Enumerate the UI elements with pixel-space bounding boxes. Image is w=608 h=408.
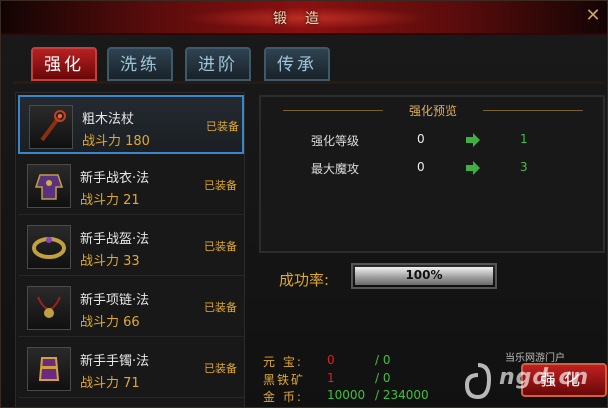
item-power: 战斗力 180 xyxy=(82,134,150,149)
stat-current: 0 xyxy=(417,132,425,146)
stat-current: 0 xyxy=(417,160,425,174)
item-power: 战斗力 66 xyxy=(80,315,140,330)
resource-row: 元 宝: 0 / 0 xyxy=(263,353,463,369)
robe-icon xyxy=(27,164,71,208)
stat-label: 强化等级 xyxy=(311,134,360,148)
bracelet-icon xyxy=(27,347,71,391)
item-power: 战斗力 71 xyxy=(80,376,140,391)
resource-label: 元 宝: xyxy=(263,355,303,369)
stat-label: 最大魔攻 xyxy=(311,162,360,176)
close-icon: ✕ xyxy=(585,5,601,26)
stat-next: 1 xyxy=(520,132,528,146)
resource-row: 金 币: 10000 / 234000 xyxy=(263,388,463,404)
tab-enhance[interactable]: 强化 xyxy=(31,47,97,81)
equipped-badge: 已装备 xyxy=(204,301,237,314)
success-rate-value: 100% xyxy=(405,268,443,282)
list-item[interactable]: 新手战衣·法 战斗力 21 已装备 xyxy=(18,156,244,215)
resource-need: / 0 xyxy=(375,353,391,367)
forge-window: 锻造 ✕ 强化 洗练 进阶 传承 粗木法杖 战斗力 180 已装备 新手战衣·法… xyxy=(0,0,608,408)
list-item[interactable]: 新手战盔·法 战斗力 33 已装备 xyxy=(18,217,244,276)
arrow-right-icon xyxy=(466,133,480,147)
tab-inherit[interactable]: 传承 xyxy=(264,47,330,81)
close-button[interactable]: ✕ xyxy=(581,4,605,28)
tab-refine[interactable]: 洗练 xyxy=(107,47,173,81)
list-item[interactable]: 粗木法杖 战斗力 180 已装备 xyxy=(18,95,244,154)
equipped-badge: 已装备 xyxy=(206,120,239,133)
title-bar[interactable]: 锻造 ✕ xyxy=(1,1,607,35)
success-rate-bar: 100% xyxy=(351,263,497,289)
item-name: 新手战盔·法 xyxy=(80,232,150,247)
resource-panel: 元 宝: 0 / 0 黑铁矿 1 / 0 金 币: 10000 / 234000 xyxy=(263,351,463,407)
divider xyxy=(283,110,383,111)
staff-icon xyxy=(29,105,73,149)
resource-label: 金 币: xyxy=(263,390,303,404)
equipment-list[interactable]: 粗木法杖 战斗力 180 已装备 新手战衣·法 战斗力 21 已装备 新手战盔·… xyxy=(15,92,245,407)
watermark-logo-icon xyxy=(464,363,492,400)
resource-have: 1 xyxy=(327,371,335,385)
resource-need: / 234000 xyxy=(375,388,429,402)
watermark-caption: 当乐网游门户 xyxy=(505,353,565,364)
resource-have: 0 xyxy=(327,353,335,367)
equipped-badge: 已装备 xyxy=(204,240,237,253)
enhance-button[interactable]: 强化 xyxy=(521,363,607,397)
success-rate-label: 成功率: xyxy=(279,271,330,289)
resource-have: 10000 xyxy=(327,388,366,402)
stat-next: 3 xyxy=(520,160,528,174)
resource-label: 黑铁矿 xyxy=(263,373,306,387)
resource-row: 黑铁矿 1 / 0 xyxy=(263,371,463,387)
item-name: 新手战衣·法 xyxy=(80,171,150,186)
equipped-badge: 已装备 xyxy=(204,362,237,375)
item-power: 战斗力 33 xyxy=(80,254,140,269)
list-item[interactable]: 新手手镯·法 战斗力 71 已装备 xyxy=(18,339,244,398)
arrow-right-icon xyxy=(466,161,480,175)
preview-title: 强化预览 xyxy=(408,104,457,118)
item-power: 战斗力 21 xyxy=(80,193,140,208)
resource-need: / 0 xyxy=(375,371,391,385)
stat-row: 最大魔攻 0 3 xyxy=(261,158,601,178)
preview-header: 强化预览 xyxy=(283,101,583,119)
circlet-icon xyxy=(27,225,71,269)
tab-divider xyxy=(13,81,603,84)
necklace-icon xyxy=(27,286,71,330)
enhance-preview-panel: 强化预览 强化等级 0 1 最大魔攻 0 3 xyxy=(259,95,605,253)
item-name: 新手手镯·法 xyxy=(80,354,150,369)
window-title: 锻造 xyxy=(273,11,337,27)
item-name: 粗木法杖 xyxy=(82,112,135,127)
equipped-badge: 已装备 xyxy=(204,179,237,192)
divider xyxy=(483,110,583,111)
stat-row: 强化等级 0 1 xyxy=(261,130,601,150)
item-name: 新手项链·法 xyxy=(80,293,150,308)
tab-advance[interactable]: 进阶 xyxy=(185,47,251,81)
list-item[interactable]: 新手项链·法 战斗力 66 已装备 xyxy=(18,278,244,337)
